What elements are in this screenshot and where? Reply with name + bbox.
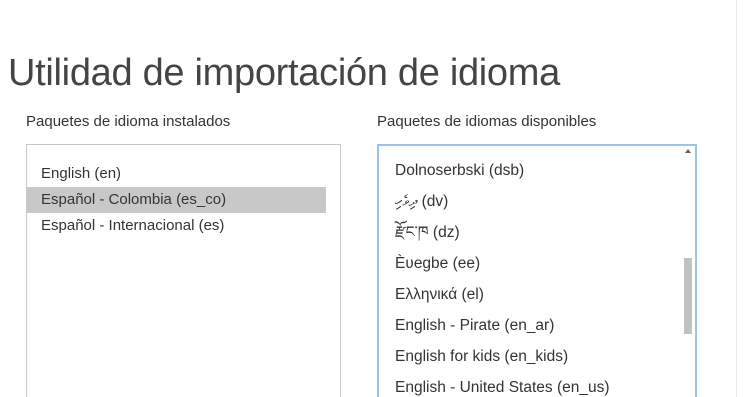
- scroll-up-arrow-icon[interactable]: [685, 149, 691, 153]
- installed-packs-listbox[interactable]: English (en) Español - Colombia (es_co) Es…: [26, 144, 341, 397]
- available-packs-list: Dolnoserbski (dsb) ދިވެހި (dv) རྫོང་ཁ (dz)…: [379, 146, 695, 397]
- available-packs-listbox[interactable]: Dolnoserbski (dsb) ދިވެހި (dv) རྫོང་ཁ (dz)…: [377, 144, 697, 397]
- available-list-item[interactable]: English for kids (en_kids): [379, 342, 695, 373]
- installed-list-item[interactable]: Español - Internacional (es): [27, 213, 340, 239]
- installed-list-item[interactable]: English (en): [27, 161, 340, 187]
- available-list-item[interactable]: English - United States (en_us): [379, 373, 695, 397]
- available-list-item[interactable]: Dolnoserbski (dsb): [379, 156, 695, 187]
- installed-packs-label: Paquetes de idioma instalados: [26, 113, 231, 130]
- vertical-scrollbar[interactable]: [683, 146, 693, 397]
- available-list-item[interactable]: Ελληνικά (el): [379, 280, 695, 311]
- page-title: Utilidad de importación de idioma: [8, 52, 560, 94]
- installed-list-item[interactable]: Español - Colombia (es_co): [27, 187, 326, 213]
- available-list-item[interactable]: ދިވެހި (dv): [379, 187, 695, 218]
- language-import-page: Utilidad de importación de idioma Paquet…: [0, 0, 748, 397]
- installed-packs-list: English (en) Español - Colombia (es_co) Es…: [27, 145, 340, 239]
- available-list-item[interactable]: Èʋegbe (ee): [379, 249, 695, 280]
- available-packs-label: Paquetes de idiomas disponibles: [377, 113, 597, 130]
- right-divider: [736, 0, 737, 397]
- scroll-thumb[interactable]: [684, 258, 692, 334]
- available-list-item[interactable]: རྫོང་ཁ (dz): [379, 218, 695, 249]
- available-list-item[interactable]: English - Pirate (en_ar): [379, 311, 695, 342]
